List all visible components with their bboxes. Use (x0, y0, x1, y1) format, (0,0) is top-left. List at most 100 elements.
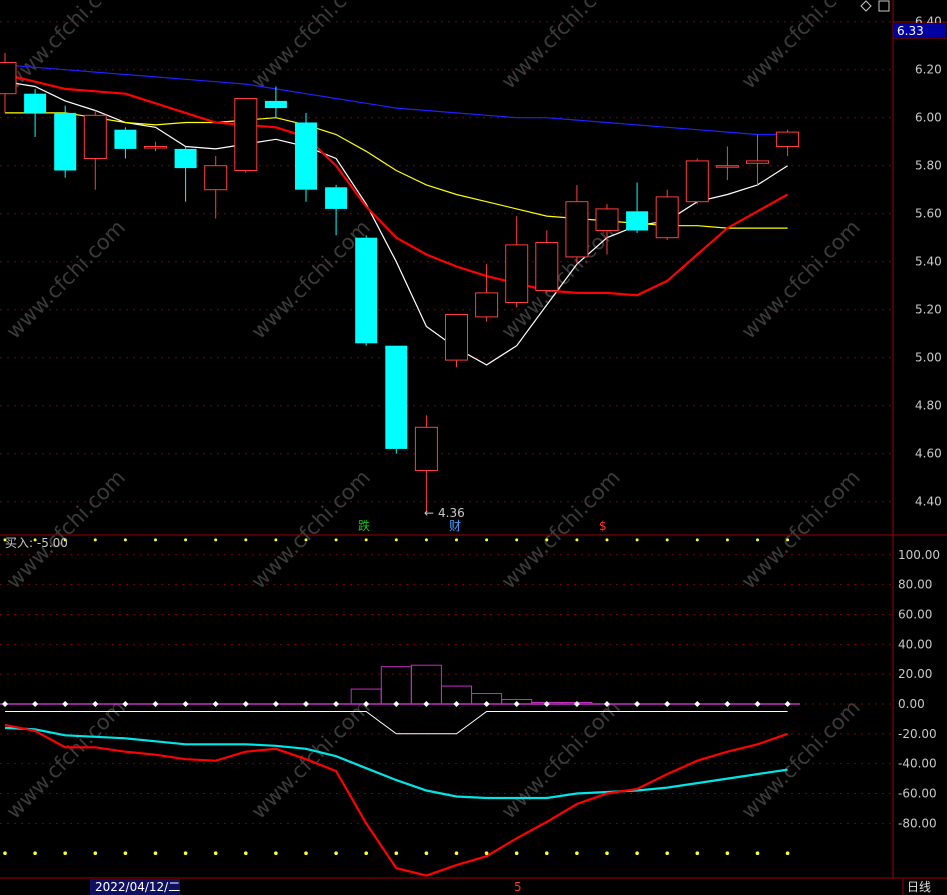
indicator-tick-label: 80.00 (898, 578, 932, 592)
upper-dot (575, 538, 579, 542)
candle (505, 216, 529, 308)
price-tick-label: 6.00 (915, 111, 942, 125)
candle-body (325, 187, 348, 209)
footer-bar: 2022/04/12/二 5 (90, 879, 904, 895)
lower-dot (3, 851, 7, 855)
lower-dot (153, 851, 158, 855)
event-mark-dollar[interactable]: $ (599, 519, 607, 533)
indicator-axis: 100.00 80.00 60.00 40.00 20.00 0.00 -20.00 -40.… (898, 548, 940, 831)
window-icon[interactable] (878, 0, 890, 12)
indicator-title: 买入: -5.00 (5, 536, 68, 550)
candle-body (24, 93, 47, 113)
price-tick-label: 4.60 (915, 447, 942, 461)
upper-dot (695, 538, 699, 542)
upper-dot (455, 538, 458, 542)
upper-dot (184, 538, 188, 542)
watermark-text: www.cfchi.com (737, 0, 865, 94)
histogram-bar (410, 664, 442, 705)
zero-diamond (513, 701, 520, 707)
indicator-tick-label: 100.00 (898, 548, 940, 562)
min-price-annotation: ← 4.36 (424, 506, 465, 520)
candle-body (595, 208, 619, 231)
diamond-icon[interactable] (860, 0, 872, 12)
candle-body (234, 98, 258, 171)
indicator-lines (4, 711, 788, 877)
candle-body (114, 129, 137, 149)
lower-dot (514, 851, 519, 855)
price-tick-label: 4.80 (915, 399, 942, 413)
watermark-text: www.cfchi.com (2, 695, 130, 823)
candle (626, 182, 649, 233)
lower-dot (605, 851, 609, 855)
watermark-text: www.cfchi.com (247, 465, 375, 593)
event-mark-drop[interactable]: 跌 (358, 518, 370, 533)
price-tick-label: 5.60 (915, 207, 942, 221)
candle (715, 146, 739, 181)
candle (83, 110, 107, 190)
upper-dot (274, 538, 278, 542)
candle-body (355, 237, 378, 344)
zero-diamond (423, 701, 430, 707)
zero-diamond (483, 701, 490, 707)
zero-diamond (92, 701, 99, 707)
candle-body (54, 112, 77, 171)
lower-dot (244, 851, 248, 855)
zero-diamond (453, 701, 460, 707)
candle (565, 184, 589, 265)
period-button[interactable]: 日线 (907, 880, 931, 894)
upper-dot (635, 538, 639, 542)
lower-dot (33, 851, 37, 855)
upper-dot (93, 538, 97, 542)
indicator-tick-label: 20.00 (898, 667, 932, 681)
candle (414, 415, 438, 512)
upper-dot (394, 538, 398, 542)
price-tag-text: 6.33 (897, 24, 924, 38)
ma-line-ma60 (4, 64, 788, 136)
candle-body (685, 160, 709, 203)
zero-diamond (333, 701, 340, 707)
zero-diamond (784, 701, 791, 707)
lower-dot (575, 851, 579, 855)
watermark-text: www.cfchi.com (737, 695, 865, 823)
candle (655, 189, 679, 241)
lower-dot (695, 851, 700, 855)
watermark-text: www.cfchi.com (247, 0, 375, 94)
lower-dot (123, 851, 128, 855)
watermark-text: www.cfchi.com (497, 0, 625, 94)
lower-dot (755, 851, 760, 855)
upper-dot (424, 538, 428, 542)
candle-body (505, 244, 529, 303)
upper-dot (485, 538, 489, 542)
lower-dot (545, 851, 549, 855)
svg-text:←: ← (424, 506, 434, 520)
zero-diamond (694, 701, 701, 707)
lower-dot (665, 851, 669, 855)
candle (264, 86, 287, 118)
chart-canvas: www.cfchi.com www.cfchi.com www.cfchi.com w… (0, 0, 947, 895)
zero-diamond (303, 701, 309, 707)
lower-dot (725, 851, 730, 855)
candle (114, 127, 137, 159)
footer-marker: 5 (514, 880, 522, 894)
indicator-histogram (0, 664, 800, 705)
upper-dot (665, 538, 669, 542)
candle (776, 129, 800, 157)
upper-dot (154, 538, 157, 542)
candle (445, 314, 468, 368)
lower-dot (93, 851, 98, 855)
lower-dot (304, 851, 308, 855)
zero-diamond (573, 701, 580, 707)
upper-dot (756, 538, 759, 542)
candle (535, 230, 559, 293)
watermark-text: www.cfchi.com (2, 0, 130, 94)
price-tick-label: 5.80 (915, 159, 942, 173)
price-tick-label: 5.00 (915, 351, 942, 365)
candle-body (535, 242, 559, 291)
zero-diamond (2, 701, 8, 707)
lower-dot (334, 851, 338, 855)
indicator-dots (2, 538, 791, 855)
candle (385, 345, 408, 454)
upper-dot (334, 538, 338, 542)
event-mark-finance[interactable]: 财 (449, 519, 461, 533)
candle (685, 158, 709, 205)
